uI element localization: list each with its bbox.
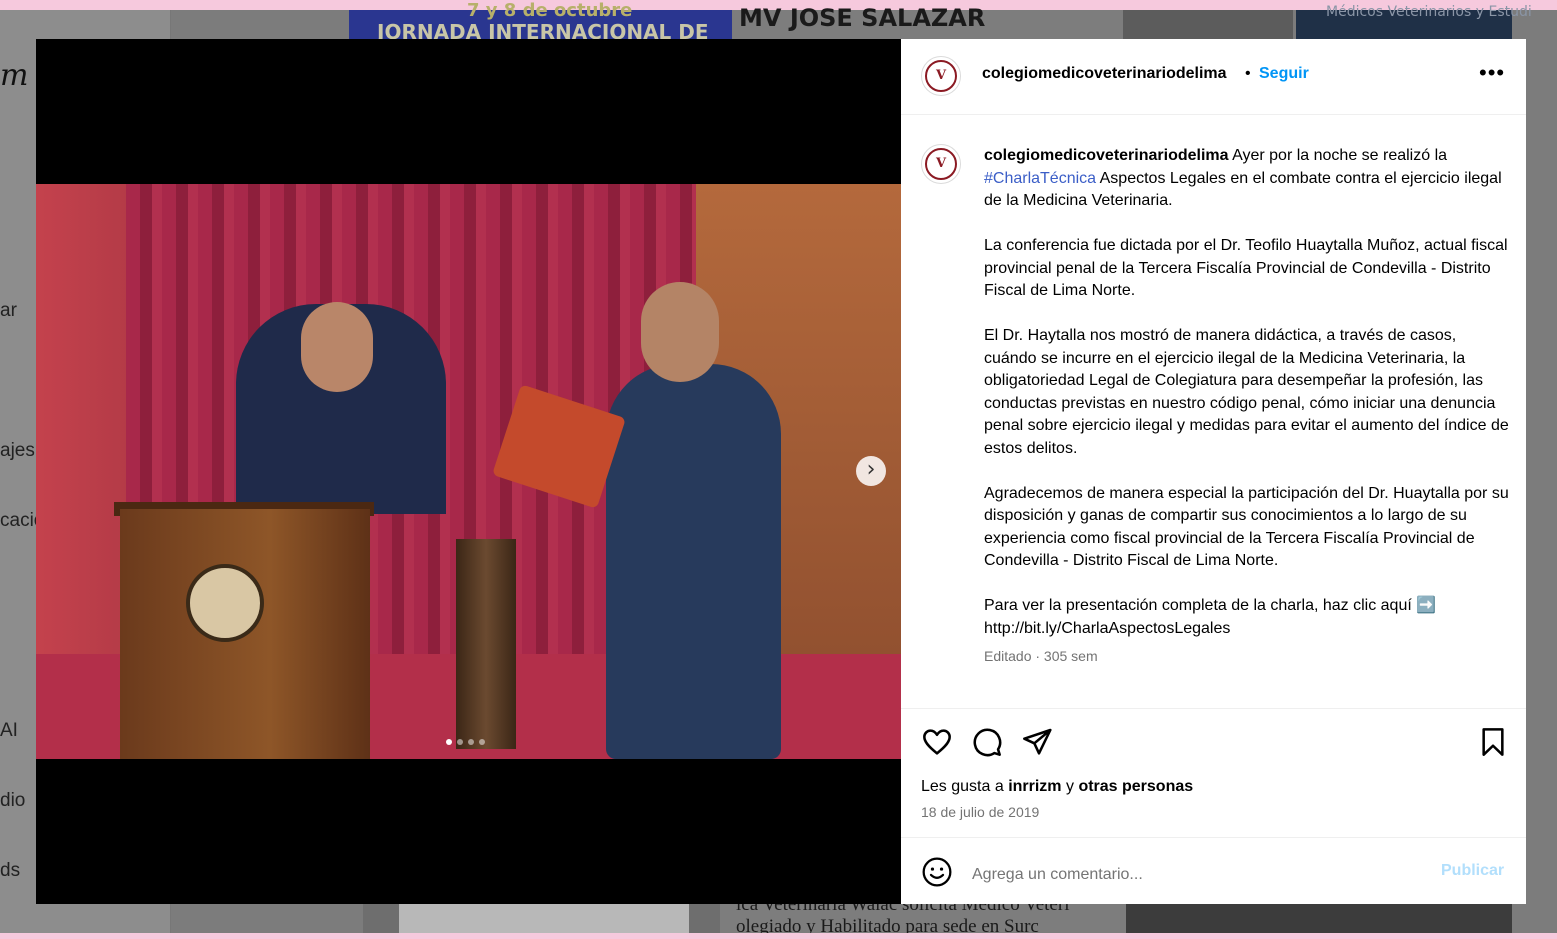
caption-paragraph: Agradecemos de manera especial la partic… xyxy=(984,484,1509,570)
background-tile: 7 y 8 de octubre JORNADA INTERNACIONAL D… xyxy=(349,0,732,44)
likes-summary: Les gusta a inrrizm y otras personas xyxy=(921,778,1193,796)
background-nav-fragment: AI xyxy=(0,720,18,741)
carousel-dot xyxy=(457,739,463,745)
heart-icon[interactable] xyxy=(921,726,953,758)
background-tile xyxy=(1123,10,1293,39)
browser-frame-bottom xyxy=(0,933,1557,939)
background-tile: ica Veterinaria Walac solicita Médico Ve… xyxy=(720,904,1126,933)
caption-paragraph: Para ver la presentación completa de la … xyxy=(984,597,1437,614)
carousel-next-button[interactable]: › xyxy=(856,456,886,486)
likes-conj: y xyxy=(1065,778,1074,795)
background-nav-fragment: ar xyxy=(0,300,17,321)
background-tile xyxy=(1126,904,1512,933)
post-media: › xyxy=(36,39,901,904)
background-tile-text: MV JOSE SALAZAR xyxy=(739,4,986,32)
background-tile-text: Médicos Veterinarios y Estudi xyxy=(1326,4,1532,20)
comment-icon[interactable] xyxy=(971,726,1003,758)
post-caption: colegiomedicoveterinariodelima Ayer por … xyxy=(984,145,1509,640)
background-nav-fragment: ajes xyxy=(0,440,35,461)
divider xyxy=(901,708,1526,709)
background-tile-text: ica Veterinaria Walac solicita Médico Ve… xyxy=(736,904,1070,915)
post-meta: Editado · 305 sem xyxy=(984,648,1098,664)
divider xyxy=(901,837,1526,838)
background-logo: m xyxy=(0,58,29,93)
carousel-dot xyxy=(468,739,474,745)
chevron-right-icon: › xyxy=(866,457,876,482)
likes-user[interactable]: inrrizm xyxy=(1008,778,1061,795)
background-tile-text: 7 y 8 de octubre xyxy=(467,0,633,21)
carousel-dot xyxy=(479,739,485,745)
share-icon[interactable] xyxy=(1021,726,1053,758)
caption-paragraph: La conferencia fue dictada por el Dr. Te… xyxy=(984,237,1508,299)
caption-intro: Ayer por la noche se realizó la xyxy=(1232,147,1448,164)
post-date: 18 de julio de 2019 xyxy=(921,804,1040,820)
more-options-icon[interactable]: ••• xyxy=(1479,60,1505,86)
caption-hashtag[interactable]: #CharlaTécnica xyxy=(984,170,1096,187)
follow-button[interactable]: Seguir xyxy=(1259,65,1309,83)
bookmark-icon[interactable] xyxy=(1477,726,1509,758)
likes-others[interactable]: otras personas xyxy=(1078,778,1193,795)
post-username[interactable]: colegiomedicoveterinariodelima xyxy=(982,65,1227,83)
background-tile: Médicos Veterinarios y Estudi xyxy=(1296,4,1532,39)
carousel-dot-active xyxy=(446,739,452,745)
background-nav-fragment: dio xyxy=(0,790,26,811)
caption-link: http://bit.ly/CharlaAspectosLegales xyxy=(984,619,1231,637)
likes-prefix: Les gusta a xyxy=(921,778,1004,795)
caption-paragraph: El Dr. Haytalla nos mostró de manera did… xyxy=(984,327,1509,457)
publish-button[interactable]: Publicar xyxy=(1441,862,1504,880)
emoji-icon[interactable] xyxy=(921,856,953,888)
post-photo[interactable] xyxy=(36,184,901,759)
avatar[interactable]: V xyxy=(921,56,961,96)
post-header: V colegiomedicoveterinariodelima • Segui… xyxy=(901,39,1526,115)
background-tile: MV JOSE SALAZAR xyxy=(733,4,1123,39)
comment-input[interactable] xyxy=(970,859,1414,891)
background-tile-text: olegiado y Habilitado para sede en Surc xyxy=(736,916,1039,933)
post-panel: V colegiomedicoveterinariodelima • Segui… xyxy=(901,39,1526,904)
background-nav-fragment: ds xyxy=(0,860,21,881)
background-tile xyxy=(363,904,720,933)
caption-avatar[interactable]: V xyxy=(921,144,961,184)
header-separator: • xyxy=(1245,65,1251,82)
carousel-dots xyxy=(446,732,490,745)
caption-username[interactable]: colegiomedicoveterinariodelima xyxy=(984,147,1229,164)
